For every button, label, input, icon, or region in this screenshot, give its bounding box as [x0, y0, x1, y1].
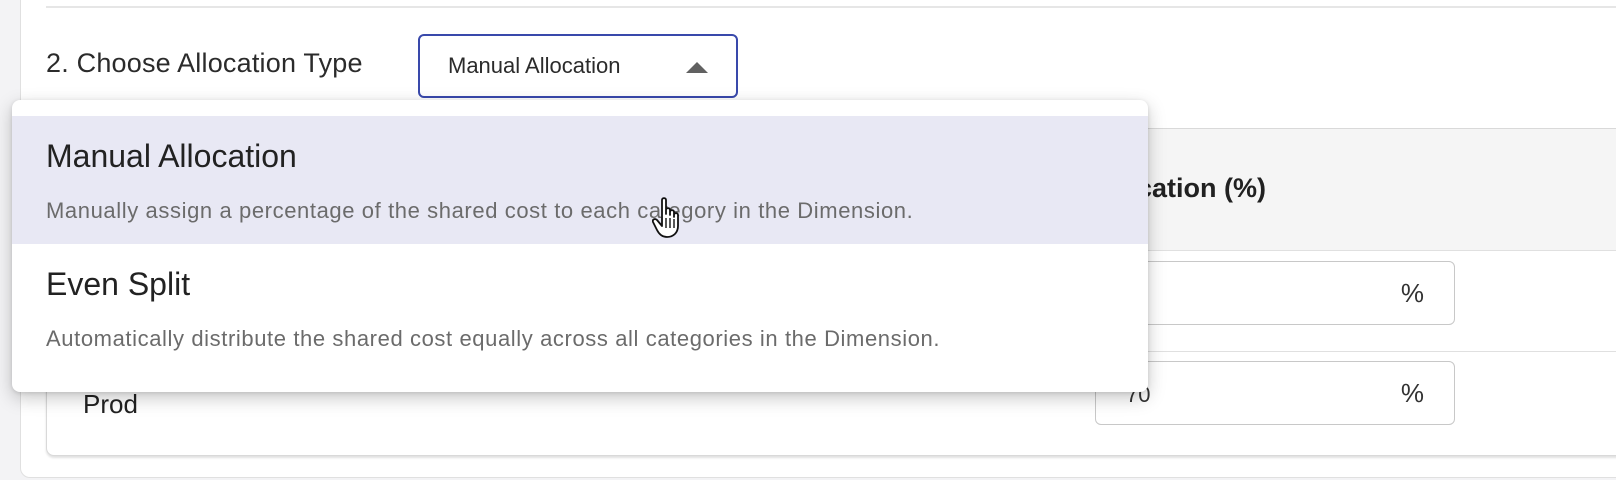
allocation-type-select[interactable]: Manual Allocation: [418, 34, 738, 98]
allocation-column-header: cation (%): [1137, 173, 1267, 203]
caret-up-icon: [686, 62, 708, 73]
row-label-prod: Prod: [83, 389, 138, 419]
allocation-input-row-1[interactable]: 0 %: [1095, 261, 1455, 325]
step-label: 2. Choose Allocation Type: [46, 48, 363, 78]
allocation-type-menu: Manual Allocation Manually assign a perc…: [12, 100, 1148, 392]
percent-unit: %: [1400, 378, 1424, 408]
section-divider: [46, 6, 1616, 8]
menu-option-even-split[interactable]: Even Split Automatically distribute the …: [12, 244, 1148, 372]
menu-option-manual-allocation[interactable]: Manual Allocation Manually assign a perc…: [12, 116, 1148, 244]
hand-pointer-icon: [652, 197, 679, 238]
option-title: Even Split: [46, 266, 191, 302]
option-description: Automatically distribute the shared cost…: [46, 326, 941, 351]
option-description: Manually assign a percentage of the shar…: [46, 198, 914, 223]
allocation-type-value: Manual Allocation: [448, 53, 621, 78]
percent-unit: %: [1400, 278, 1424, 308]
allocation-input-row-2[interactable]: 70 %: [1095, 361, 1455, 425]
option-title: Manual Allocation: [46, 138, 297, 174]
